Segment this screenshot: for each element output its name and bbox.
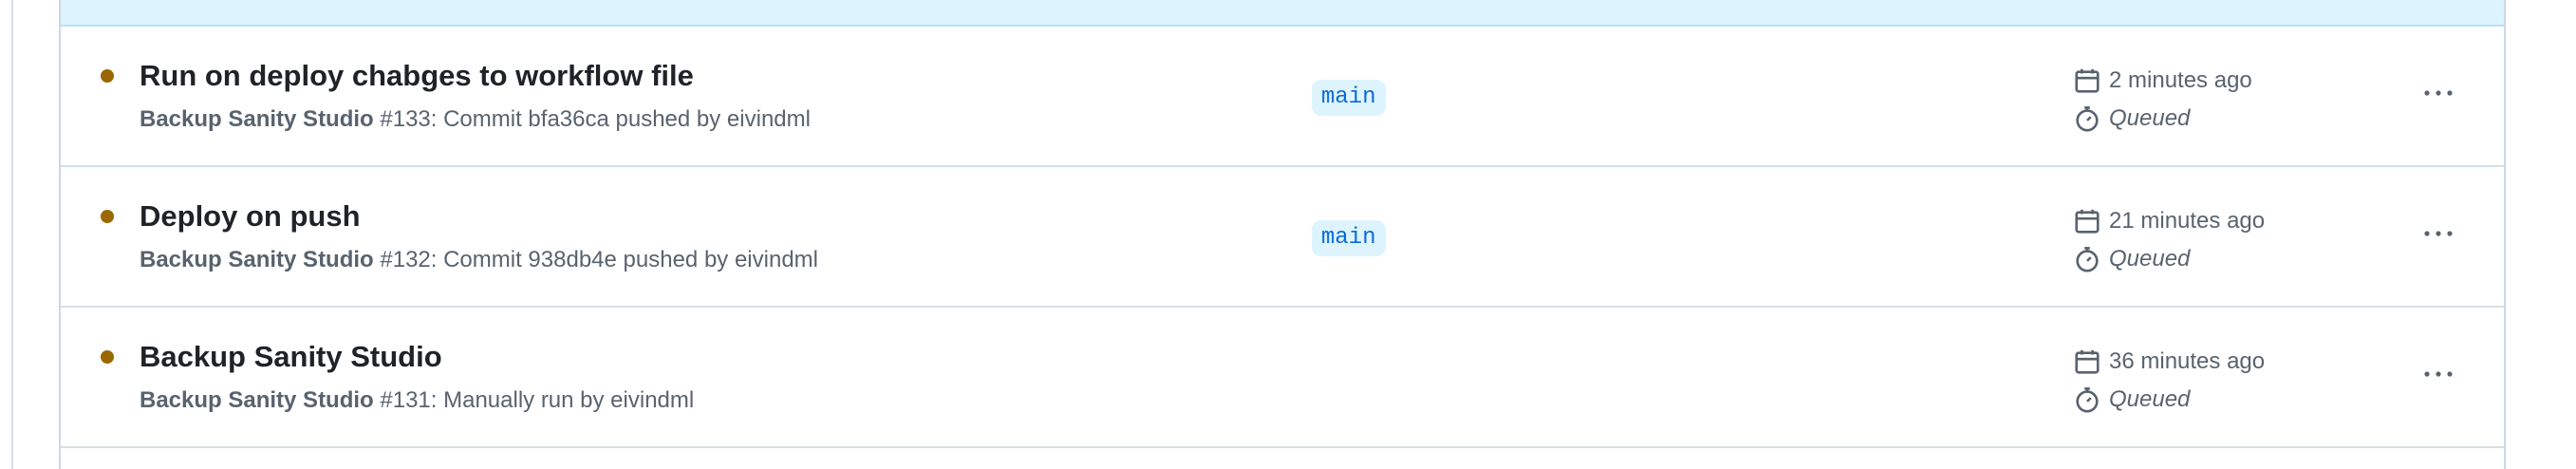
run-meta: Backup Sanity Studio #133: Commit bfa36c… (140, 106, 811, 133)
calendar-icon (2073, 207, 2101, 235)
run-time: 2 minutes ago (2073, 66, 2252, 95)
workflow-name: Backup Sanity Studio (140, 247, 374, 272)
workflow-run-row[interactable]: Run on deploy chabges to workflow file B… (61, 27, 2504, 167)
stopwatch-icon (2073, 104, 2101, 133)
left-rail-divider (11, 0, 13, 469)
workflow-run-row[interactable]: Deploy on push Backup Sanity Studio #132… (61, 167, 2504, 308)
run-time-text: 21 minutes ago (2109, 208, 2266, 234)
queued-status-icon (101, 210, 114, 223)
workflow-name: Backup Sanity Studio (140, 106, 374, 132)
run-duration: Queued (2073, 245, 2190, 273)
run-duration: Queued (2073, 104, 2190, 133)
run-detail: #133: Commit bfa36ca pushed by eivindml (373, 106, 811, 132)
calendar-icon (2073, 347, 2101, 376)
calendar-icon (2073, 66, 2101, 95)
run-time: 36 minutes ago (2073, 347, 2265, 376)
kebab-horizontal-icon (2424, 90, 2453, 96)
runs-list-header (61, 0, 2504, 27)
queued-status-icon (101, 69, 114, 83)
run-title-link[interactable]: Backup Sanity Studio (140, 340, 442, 374)
run-status-text: Queued (2109, 386, 2191, 412)
run-meta: Backup Sanity Studio #132: Commit 938db4… (140, 247, 818, 273)
run-time: 21 minutes ago (2073, 207, 2265, 235)
run-detail: #132: Commit 938db4e pushed by eivindml (373, 247, 818, 272)
run-menu-button[interactable] (2417, 357, 2460, 391)
workflow-name: Backup Sanity Studio (140, 387, 374, 413)
workflow-runs-list: Run on deploy chabges to workflow file B… (59, 0, 2506, 469)
branch-badge[interactable]: main (1312, 220, 1386, 256)
run-detail: #131: Manually run by eivindml (373, 387, 695, 413)
run-time-text: 36 minutes ago (2109, 348, 2266, 374)
run-duration: Queued (2073, 385, 2190, 414)
queued-status-icon (101, 350, 114, 364)
run-menu-button[interactable] (2417, 216, 2460, 251)
kebab-horizontal-icon (2424, 231, 2453, 236)
run-title-link[interactable]: Deploy on push (140, 199, 361, 234)
stopwatch-icon (2073, 385, 2101, 414)
run-meta: Backup Sanity Studio #131: Manually run … (140, 387, 694, 414)
run-status-text: Queued (2109, 105, 2191, 131)
run-title-link[interactable]: Run on deploy chabges to workflow file (140, 59, 694, 93)
run-status-text: Queued (2109, 246, 2191, 272)
kebab-horizontal-icon (2424, 371, 2453, 377)
workflow-run-row[interactable]: Backup Sanity Studio Backup Sanity Studi… (61, 308, 2504, 448)
run-time-text: 2 minutes ago (2109, 67, 2252, 93)
branch-badge[interactable]: main (1312, 80, 1386, 116)
stopwatch-icon (2073, 245, 2101, 273)
run-menu-button[interactable] (2417, 76, 2460, 110)
workflow-runs-page: Run on deploy chabges to workflow file B… (0, 0, 2576, 469)
